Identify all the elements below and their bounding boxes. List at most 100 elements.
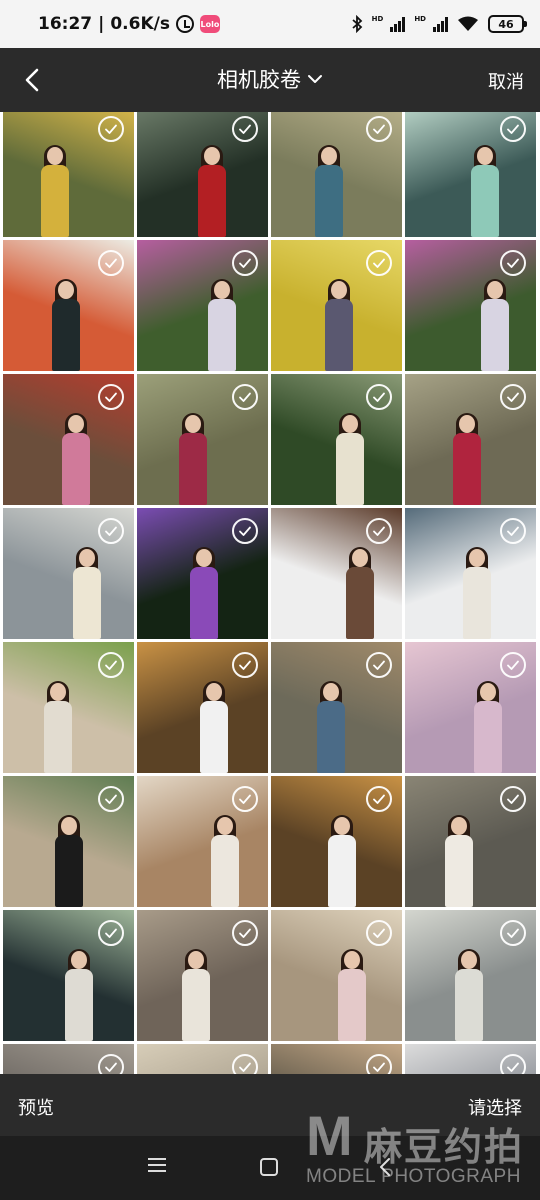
photo-subject	[38, 145, 72, 237]
select-checkbox-icon[interactable]	[98, 920, 124, 946]
photo-thumbnail[interactable]	[405, 910, 536, 1041]
watermark-chinese: 麻豆约拍	[364, 1125, 525, 1169]
select-checkbox-icon[interactable]	[366, 518, 392, 544]
select-checkbox-icon[interactable]	[500, 518, 526, 544]
battery-level: 46	[498, 17, 514, 31]
select-checkbox-icon[interactable]	[500, 920, 526, 946]
select-checkbox-icon[interactable]	[98, 786, 124, 812]
photo-thumbnail[interactable]	[271, 240, 402, 371]
select-checkbox-icon[interactable]	[98, 518, 124, 544]
photo-thumbnail[interactable]	[405, 508, 536, 639]
alarm-icon	[175, 15, 194, 33]
select-checkbox-icon[interactable]	[366, 1054, 392, 1074]
status-bar: 16:27 | 0.6K/s Lolo HD HD 46	[0, 0, 540, 48]
select-checkbox-icon[interactable]	[98, 652, 124, 678]
select-checkbox-icon[interactable]	[366, 652, 392, 678]
select-checkbox-icon[interactable]	[232, 920, 258, 946]
photo-thumbnail[interactable]	[137, 374, 268, 505]
select-checkbox-icon[interactable]	[232, 116, 258, 142]
photo-thumbnail[interactable]	[3, 910, 134, 1041]
photo-subject	[314, 681, 348, 773]
photo-subject	[187, 547, 221, 639]
hd-label-1: HD	[371, 15, 384, 23]
recent-apps-button[interactable]	[148, 1158, 166, 1174]
photo-thumbnail[interactable]	[405, 374, 536, 505]
photo-thumbnail[interactable]	[271, 910, 402, 1041]
photo-thumbnail[interactable]	[271, 112, 402, 237]
home-button[interactable]	[260, 1158, 278, 1176]
select-checkbox-icon[interactable]	[366, 786, 392, 812]
status-left: 16:27 | 0.6K/s Lolo	[38, 14, 220, 34]
photo-thumbnail[interactable]	[3, 374, 134, 505]
select-checkbox-icon[interactable]	[366, 116, 392, 142]
photo-thumbnail[interactable]	[3, 1044, 134, 1074]
photo-thumbnail[interactable]	[271, 374, 402, 505]
photo-thumbnail[interactable]	[137, 642, 268, 773]
cancel-button[interactable]: 取消	[488, 68, 524, 94]
select-checkbox-icon[interactable]	[500, 1054, 526, 1074]
select-checkbox-icon[interactable]	[500, 116, 526, 142]
photo-thumbnail[interactable]	[3, 642, 134, 773]
album-selector[interactable]: 相机胶卷	[217, 64, 323, 94]
photo-thumbnail[interactable]	[137, 240, 268, 371]
photo-thumbnail[interactable]	[405, 1044, 536, 1074]
photo-thumbnail[interactable]	[3, 776, 134, 907]
select-checkbox-icon[interactable]	[232, 1054, 258, 1074]
photo-subject	[343, 547, 377, 639]
photo-subject	[478, 279, 512, 371]
photo-thumbnail[interactable]	[405, 776, 536, 907]
select-checkbox-icon[interactable]	[500, 250, 526, 276]
select-checkbox-icon[interactable]	[500, 786, 526, 812]
status-right: HD HD 46	[351, 15, 527, 33]
photo-subject	[70, 547, 104, 639]
photo-thumbnail[interactable]	[137, 508, 268, 639]
photo-thumbnail[interactable]	[271, 508, 402, 639]
select-checkbox-icon[interactable]	[232, 518, 258, 544]
photo-thumbnail[interactable]	[271, 642, 402, 773]
photo-thumbnail[interactable]	[405, 240, 536, 371]
photo-subject	[62, 949, 96, 1041]
select-checkbox-icon[interactable]	[366, 384, 392, 410]
photo-thumbnail[interactable]	[405, 642, 536, 773]
select-checkbox-icon[interactable]	[98, 1054, 124, 1074]
signal-icon-1	[390, 16, 406, 32]
photo-subject	[59, 413, 93, 505]
select-checkbox-icon[interactable]	[232, 652, 258, 678]
photo-subject	[460, 547, 494, 639]
photo-thumbnail[interactable]	[137, 776, 268, 907]
back-button[interactable]	[14, 62, 50, 98]
photo-grid-area[interactable]	[0, 112, 540, 1074]
signal-icon-2	[433, 16, 448, 32]
photo-subject	[195, 145, 229, 237]
photo-thumbnail[interactable]	[271, 1044, 402, 1074]
photo-thumbnail[interactable]	[3, 240, 134, 371]
photo-subject	[179, 949, 213, 1041]
photo-subject	[49, 279, 83, 371]
preview-button[interactable]: 预览	[18, 1094, 54, 1120]
photo-subject	[468, 145, 502, 237]
select-checkbox-icon[interactable]	[366, 920, 392, 946]
photo-thumbnail[interactable]	[271, 776, 402, 907]
select-checkbox-icon[interactable]	[500, 384, 526, 410]
photo-thumbnail[interactable]	[3, 112, 134, 237]
photo-subject	[325, 815, 359, 907]
chevron-down-icon	[308, 75, 322, 83]
photo-thumbnail[interactable]	[137, 112, 268, 237]
photo-thumbnail[interactable]	[405, 112, 536, 237]
photo-thumbnail[interactable]	[137, 910, 268, 1041]
select-checkbox-icon[interactable]	[500, 652, 526, 678]
select-checkbox-icon[interactable]	[98, 250, 124, 276]
select-checkbox-icon[interactable]	[366, 250, 392, 276]
photo-subject	[322, 279, 356, 371]
page-title: 相机胶卷	[217, 68, 301, 92]
photo-thumbnail[interactable]	[3, 508, 134, 639]
select-checkbox-icon[interactable]	[98, 384, 124, 410]
select-checkbox-icon[interactable]	[232, 384, 258, 410]
select-checkbox-icon[interactable]	[98, 116, 124, 142]
photo-subject	[312, 145, 346, 237]
select-checkbox-icon[interactable]	[232, 786, 258, 812]
photo-thumbnail[interactable]	[137, 1044, 268, 1074]
header: 相机胶卷 取消	[0, 48, 540, 112]
photo-subject	[41, 681, 75, 773]
select-checkbox-icon[interactable]	[232, 250, 258, 276]
